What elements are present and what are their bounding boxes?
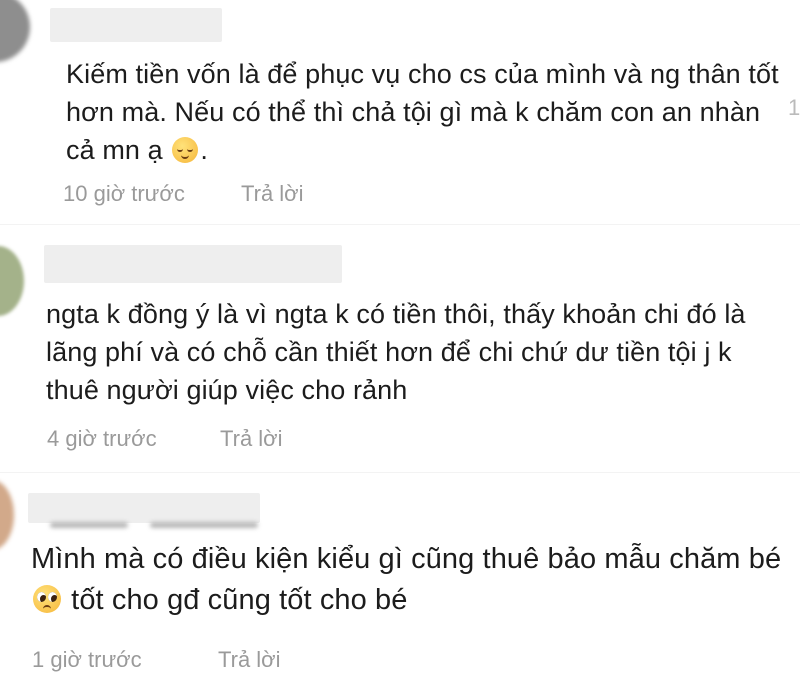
- comment-text: Kiếm tiền vốn là để phục vụ cho cs của m…: [66, 55, 786, 169]
- comment-timestamp: 1 giờ trước: [32, 647, 142, 672]
- comment-text-part: Mình mà có điều kiện kiểu gì cũng thuê b…: [31, 543, 782, 575]
- divider: [0, 224, 800, 225]
- avatar[interactable]: [0, 246, 24, 316]
- comment-timestamp: 10 giờ trước: [63, 181, 185, 206]
- relieved-face-emoji-icon: [172, 137, 199, 163]
- redacted-username: [44, 245, 342, 283]
- comment-text-part: tốt cho gđ cũng tốt cho bé: [63, 584, 408, 616]
- comment-text: Mình mà có điều kiện kiểu gì cũng thuê b…: [31, 539, 791, 621]
- divider: [0, 472, 800, 473]
- reply-button[interactable]: Trả lời: [218, 647, 281, 673]
- comment-text: ngta k đồng ý là vì ngta k có tiền thôi,…: [46, 299, 746, 405]
- reply-button[interactable]: Trả lời: [220, 426, 283, 452]
- redaction-smudge: [50, 522, 128, 528]
- redacted-username: [28, 493, 260, 523]
- pleading-face-emoji-icon: [33, 585, 61, 613]
- redaction-smudge: [150, 522, 258, 528]
- comment-text-part: .: [200, 135, 208, 165]
- avatar[interactable]: [0, 480, 14, 550]
- avatar[interactable]: [0, 0, 30, 62]
- comment-timestamp: 4 giờ trước: [47, 426, 157, 451]
- cut-off-edge-text: 1: [788, 95, 800, 120]
- redacted-username: [50, 8, 222, 42]
- reply-button[interactable]: Trả lời: [241, 181, 304, 207]
